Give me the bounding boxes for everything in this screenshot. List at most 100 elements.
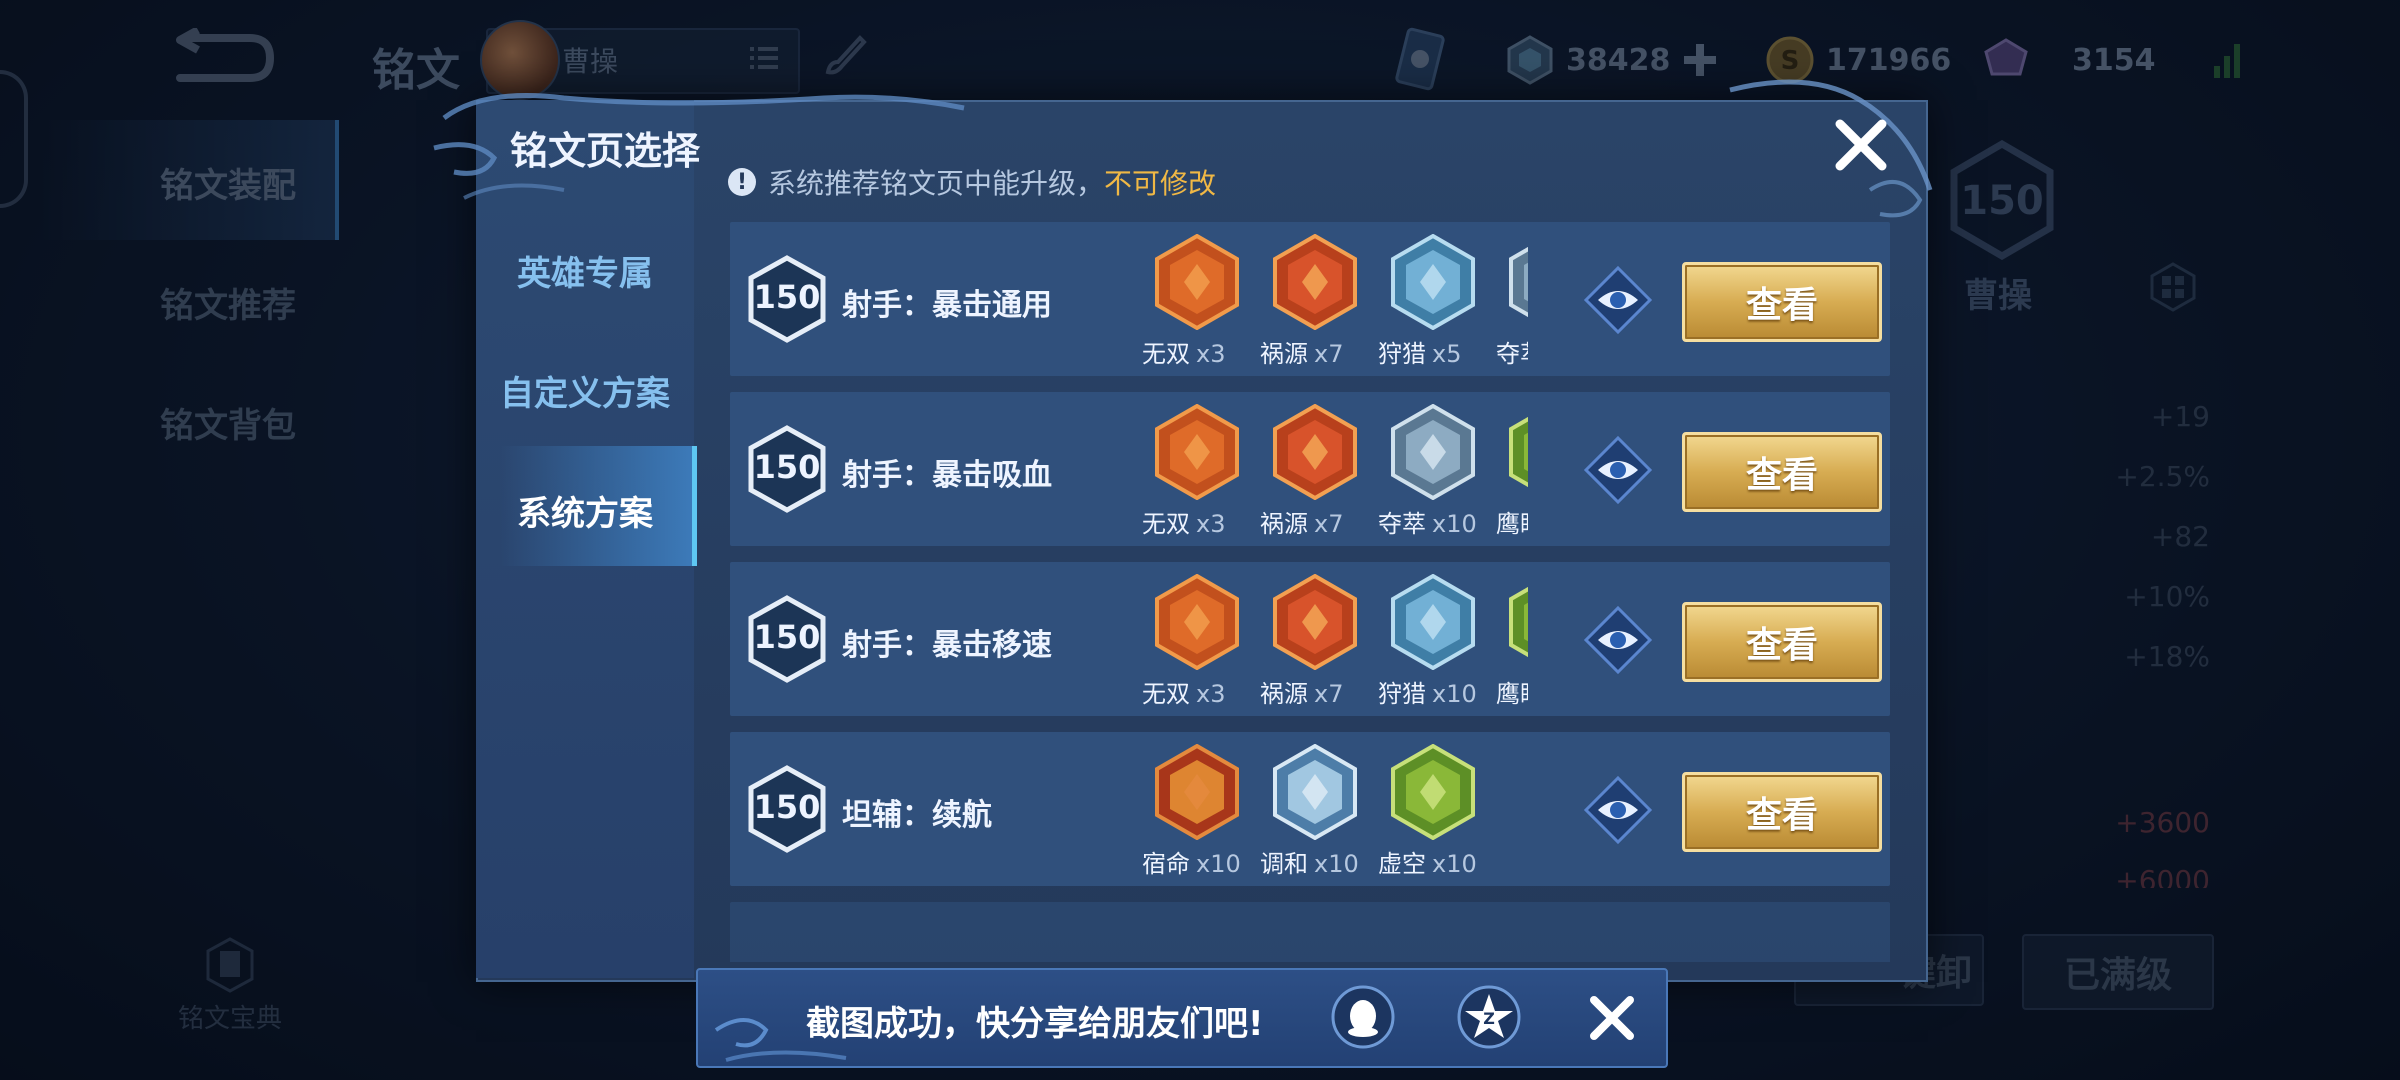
rune-count: x3 (1196, 680, 1226, 708)
rune-item[interactable]: 调和 x10 (1256, 744, 1376, 884)
rune-item[interactable]: 祸源 x7 (1256, 404, 1376, 544)
rune-item[interactable]: 狩猎 x10 (1374, 574, 1494, 714)
rune-blue2-icon (1509, 246, 1528, 318)
max-level-button[interactable]: 已满级 (2022, 934, 2214, 1010)
tab-hero-exclusive[interactable]: 英雄专属 (476, 246, 694, 295)
rune-name: 祸源 (1260, 510, 1308, 538)
stat-value: +3600 (2115, 806, 2210, 839)
eye-icon[interactable] (1582, 434, 1654, 506)
rune-name: 鹰眼 (1496, 510, 1528, 538)
rune-item[interactable]: 宿命 x10 (1138, 744, 1258, 884)
rune-name: 无双 (1142, 340, 1190, 368)
rune-red2-icon (1273, 234, 1357, 330)
rune-book-label[interactable]: 铭文宝典 (178, 998, 282, 1035)
rune-item[interactable]: 鹰眼 (1492, 574, 1528, 714)
notice-line: ! 系统推荐铭文页中能升级，不可修改 (728, 162, 1216, 202)
currency-diamond: 38428 (1504, 30, 1720, 90)
eye-icon[interactable] (1582, 264, 1654, 336)
rune-name: 狩猎 (1378, 340, 1426, 368)
toast-message: 截图成功，快分享给朋友们吧! (806, 1004, 1264, 1044)
qq-share-icon[interactable] (1330, 984, 1396, 1050)
gem-icon (1984, 38, 2028, 76)
stat-value: +18% (2124, 640, 2210, 673)
hero-name: 曹操 (562, 45, 619, 78)
eye-icon[interactable] (1582, 774, 1654, 846)
rune-count: x10 (1432, 510, 1477, 538)
left-tab-rune-recommend[interactable]: 铭文推荐 (160, 278, 296, 327)
rune-name: 宿命 (1142, 850, 1190, 878)
tab-system-plan[interactable]: 系统方案 (476, 486, 694, 535)
rune-item[interactable]: 祸源 x7 (1256, 574, 1376, 714)
rune-red-icon (1155, 234, 1239, 330)
brush-icon[interactable] (820, 32, 870, 82)
rune-label: 虚空 x10 (1374, 844, 1518, 879)
level-value: 150 (753, 448, 821, 486)
toast-close-icon[interactable] (1584, 990, 1640, 1046)
plan-name: 射手：暴击通用 (842, 288, 1052, 323)
notice-text: 系统推荐铭文页中能升级， (768, 167, 1105, 200)
add-currency-icon[interactable] (1680, 40, 1720, 80)
rune-item[interactable]: 虚空 x10 (1374, 744, 1494, 884)
rune-item[interactable]: 狩猎 x5 (1374, 234, 1494, 374)
rune-count: x10 (1314, 850, 1359, 878)
rune-name: 无双 (1142, 680, 1190, 708)
tab-custom-plan[interactable]: 自定义方案 (476, 366, 694, 415)
close-icon[interactable] (1826, 110, 1896, 180)
rune-green-icon (1391, 744, 1475, 840)
currency-gem: 3154 (1980, 30, 2156, 90)
view-button[interactable]: 查看 (1682, 602, 1882, 682)
rune-count: x7 (1314, 510, 1344, 538)
rune-item[interactable]: 祸源 x7 (1256, 234, 1376, 374)
rune-count: x3 (1196, 340, 1226, 368)
currency-value: 3154 (2072, 42, 2156, 78)
rune-plan-list[interactable]: 150射手：暴击通用无双x3祸源x7狩猎x5夺萃查看150射手：暴击吸血无双x3… (730, 222, 1890, 962)
level-value: 150 (753, 788, 821, 826)
rune-plan-row[interactable]: 150射手：暴击通用无双x3祸源x7狩猎x5夺萃查看 (730, 222, 1890, 376)
rune-count: x10 (1432, 850, 1477, 878)
grid-icon[interactable] (2148, 262, 2198, 312)
rune-red-icon (1155, 404, 1239, 500)
rune-red2-icon (1273, 404, 1357, 500)
rune-blue2-icon (1391, 404, 1475, 500)
rune-item[interactable]: 夺萃 (1492, 234, 1528, 374)
rune-label: 夺萃 (1492, 334, 1528, 369)
back-arrow-icon[interactable] (170, 28, 280, 88)
left-tab-rune-bag[interactable]: 铭文背包 (160, 398, 296, 447)
rune-item[interactable]: 鹰眼 (1492, 404, 1528, 544)
qzone-share-icon[interactable]: Z (1456, 984, 1522, 1050)
rune-red2-icon (1273, 574, 1357, 670)
rune-count: x7 (1314, 340, 1344, 368)
rune-label: 鹰眼 (1492, 504, 1528, 539)
rune-red3-icon (1155, 744, 1239, 840)
info-icon: ! (728, 168, 756, 196)
rune-blue-icon (1391, 234, 1475, 330)
list-icon[interactable] (748, 42, 780, 74)
rune-plan-row[interactable]: 150射手：暴击吸血无双x3祸源x7夺萃x10鹰眼查看 (730, 392, 1890, 546)
rune-label: 鹰眼 (1492, 674, 1528, 709)
level-value: 150 (753, 618, 821, 656)
stat-value: +10% (2124, 580, 2210, 613)
rune-name: 夺萃 (1496, 340, 1528, 368)
view-button[interactable]: 查看 (1682, 262, 1882, 342)
plan-name: 坦辅：续航 (842, 798, 992, 833)
rune-item[interactable]: 夺萃 x10 (1374, 404, 1494, 544)
rune-blue-icon (1391, 574, 1475, 670)
rune-item[interactable]: 无双 x3 (1138, 574, 1258, 714)
rune-book-icon[interactable] (200, 935, 260, 995)
rune-name: 祸源 (1260, 340, 1308, 368)
left-tab-rune-equip[interactable]: 铭文装配 (160, 158, 296, 207)
rune-item[interactable]: 无双 x3 (1138, 404, 1258, 544)
eye-icon[interactable] (1582, 604, 1654, 676)
rune-plan-row[interactable]: 150 坦辅：续航 宿命 x10 调和 x10 虚空 x10 查看 (730, 732, 1890, 886)
rune-item[interactable]: 无双 x3 (1138, 234, 1258, 374)
rune-card-icon[interactable] (1380, 26, 1460, 96)
currency-value: 38428 (1566, 42, 1671, 78)
rune-plan-row[interactable]: 150射手：暴击移速无双x3祸源x7狩猎x10鹰眼查看 (730, 562, 1890, 716)
signal-icon (2214, 44, 2240, 78)
rune-strip: 无双x3祸源x7狩猎x5夺萃 (1138, 234, 1528, 374)
level-value: 150 (753, 278, 821, 316)
view-button[interactable]: 查看 (1682, 772, 1882, 852)
svg-text:Z: Z (1483, 1009, 1495, 1028)
rune-blue3-icon (1273, 744, 1357, 840)
view-button[interactable]: 查看 (1682, 432, 1882, 512)
